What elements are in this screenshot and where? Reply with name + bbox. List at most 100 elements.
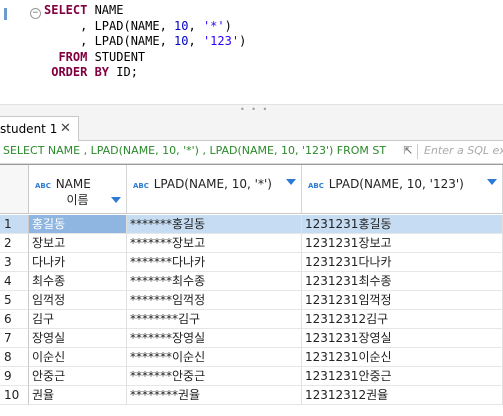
splitter-grip-icon[interactable]: • • • (240, 106, 269, 114)
code-token: '123' (202, 34, 240, 49)
results-tabbar: student 1 ✕ (0, 114, 503, 141)
table-cell[interactable]: 1231231이순신 (302, 348, 503, 367)
column-name: LPAD(NAME, 10, '123') (324, 177, 464, 191)
code-token: ID; (109, 65, 138, 80)
code-token: 10 (174, 18, 189, 33)
table-cell[interactable]: ********김구 (127, 310, 302, 329)
table-row[interactable]: 4 최수종 *******최수종 1231231최수종 (0, 272, 503, 291)
code-token: FROM (44, 49, 88, 64)
table-row[interactable]: 10 권율 ********권율 12312312권율 (0, 386, 503, 405)
table-row[interactable]: 9 안중근 *******안중근 1231231안중근 (0, 367, 503, 386)
divider (417, 144, 418, 159)
table-row[interactable]: 3 다나카 *******다나카 1231231다나카 (0, 253, 503, 272)
code-token: ) (224, 18, 232, 33)
code-line[interactable]: SELECT NAME (44, 3, 246, 19)
table-cell[interactable]: *******홍길동 (127, 215, 302, 234)
table-cell[interactable]: *******장영실 (127, 329, 302, 348)
table-cell[interactable]: 1231231안중근 (302, 367, 503, 386)
tab-label: student 1 (0, 122, 58, 136)
code-token: ORDER BY (44, 65, 110, 80)
code-token: ) (239, 34, 247, 49)
row-number-header[interactable] (0, 165, 29, 214)
column-header[interactable]: ABC LPAD(NAME, 10, '*') (127, 165, 302, 214)
row-number[interactable]: 8 (0, 348, 29, 367)
code-token: 10 (174, 34, 189, 49)
table-cell[interactable]: 장영실 (29, 329, 127, 348)
table-cell[interactable]: 권율 (29, 386, 127, 405)
table-cell[interactable]: 안중근 (29, 367, 127, 386)
code-token: SELECT (44, 3, 88, 17)
table-cell[interactable]: 12312312김구 (302, 310, 503, 329)
sort-dropdown-icon[interactable] (487, 179, 497, 185)
editor-gutter (0, 0, 29, 104)
table-cell[interactable]: 다나카 (29, 253, 127, 272)
row-number[interactable]: 3 (0, 253, 29, 272)
close-icon[interactable]: ✕ (60, 117, 71, 141)
table-cell[interactable]: *******안중근 (127, 367, 302, 386)
code-token: , (188, 34, 203, 49)
row-number[interactable]: 5 (0, 291, 29, 310)
sql-editor[interactable]: − SELECT NAME , LPAD(NAME, 10, '*') , LP… (0, 0, 503, 104)
code-line[interactable]: , LPAD(NAME, 10, '*') (44, 19, 246, 35)
row-number[interactable]: 6 (0, 310, 29, 329)
table-row[interactable]: 1 홍길동 *******홍길동 1231231홍길동 (0, 215, 503, 234)
table-row[interactable]: 5 임꺽정 *******임꺽정 1231231임꺽정 (0, 291, 503, 310)
string-type-icon: ABC (133, 182, 149, 190)
code-token: , LPAD(NAME, (44, 34, 175, 49)
table-cell[interactable]: *******이순신 (127, 348, 302, 367)
current-statement-marker (4, 8, 7, 20)
table-cell[interactable]: 1231231홍길동 (302, 215, 503, 234)
column-label: ABC LPAD(NAME, 10, '*') (133, 177, 272, 191)
column-header[interactable]: ABC NAME 이름 (29, 165, 127, 214)
row-number[interactable]: 10 (0, 386, 29, 405)
table-cell[interactable]: 1231231임꺽정 (302, 291, 503, 310)
expand-filter-icon[interactable]: ⇱ (400, 143, 416, 159)
table-cell[interactable]: 임꺽정 (29, 291, 127, 310)
filter-bar: SELECT NAME , LPAD(NAME, 10, '*') , LPAD… (0, 141, 503, 164)
sql-code[interactable]: SELECT NAME , LPAD(NAME, 10, '*') , LPAD… (44, 3, 246, 81)
table-cell[interactable]: 홍길동 (29, 215, 127, 234)
table-row[interactable]: 6 김구 ********김구 12312312김구 (0, 310, 503, 329)
table-cell[interactable]: *******임꺽정 (127, 291, 302, 310)
code-token: '*' (202, 18, 225, 33)
table-row[interactable]: 8 이순신 *******이순신 1231231이순신 (0, 348, 503, 367)
row-number[interactable]: 9 (0, 367, 29, 386)
code-token: NAME (87, 3, 124, 17)
table-row[interactable]: 2 장보고 *******장보고 1231231장보고 (0, 234, 503, 253)
code-line[interactable]: ORDER BY ID; (44, 65, 246, 81)
sort-dropdown-icon[interactable] (286, 179, 296, 185)
column-label: ABC LPAD(NAME, 10, '123') (308, 177, 464, 191)
row-number[interactable]: 4 (0, 272, 29, 291)
code-token: STUDENT (87, 49, 146, 64)
table-cell[interactable]: 김구 (29, 310, 127, 329)
column-name: LPAD(NAME, 10, '*') (149, 177, 272, 191)
table-cell[interactable]: 장보고 (29, 234, 127, 253)
table-cell[interactable]: 1231231장영실 (302, 329, 503, 348)
row-number[interactable]: 1 (0, 215, 29, 234)
code-line[interactable]: , LPAD(NAME, 10, '123') (44, 34, 246, 50)
table-cell[interactable]: ********권율 (127, 386, 302, 405)
tab-student-1[interactable]: student 1 ✕ (0, 116, 79, 141)
row-number[interactable]: 7 (0, 329, 29, 348)
column-header[interactable]: ABC LPAD(NAME, 10, '123') (302, 165, 503, 214)
column-comment: 이름 (66, 193, 89, 207)
fold-toggle-icon[interactable]: − (30, 8, 41, 19)
table-row[interactable]: 7 장영실 *******장영실 1231231장영실 (0, 329, 503, 348)
table-cell[interactable]: *******장보고 (127, 234, 302, 253)
table-cell[interactable]: 1231231최수종 (302, 272, 503, 291)
code-line[interactable]: FROM STUDENT (44, 50, 246, 66)
table-cell[interactable]: 이순신 (29, 348, 127, 367)
code-token: , LPAD(NAME, (44, 18, 175, 33)
table-cell[interactable]: 1231231장보고 (302, 234, 503, 253)
table-cell[interactable]: *******최수종 (127, 272, 302, 291)
table-cell[interactable]: *******다나카 (127, 253, 302, 272)
query-text: SELECT NAME , LPAD(NAME, 10, '*') , LPAD… (3, 144, 387, 157)
string-type-icon: ABC (308, 182, 324, 190)
filter-input[interactable]: Enter a SQL ex (424, 144, 503, 157)
result-grid: ABC NAME 이름 ABC LPAD(NAME, 10, '*') ABC LPA… (0, 164, 503, 416)
table-cell[interactable]: 12312312권율 (302, 386, 503, 405)
row-number[interactable]: 2 (0, 234, 29, 253)
code-token: , (188, 18, 203, 33)
table-cell[interactable]: 최수종 (29, 272, 127, 291)
table-cell[interactable]: 1231231다나카 (302, 253, 503, 272)
